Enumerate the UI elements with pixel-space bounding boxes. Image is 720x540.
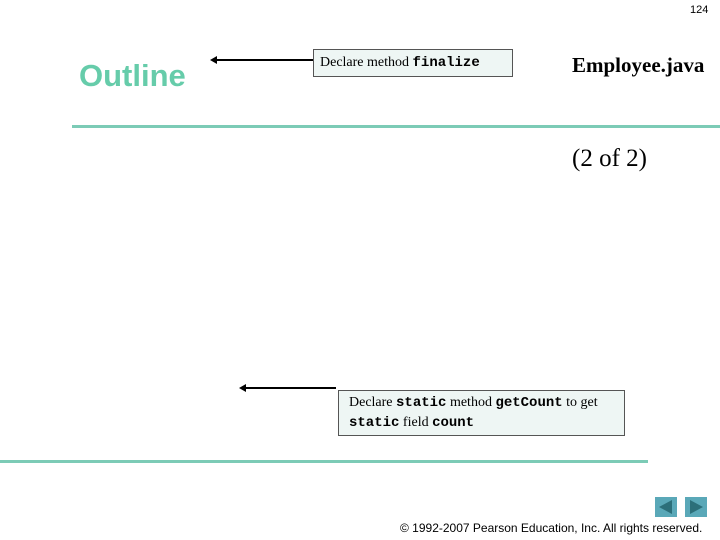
callout-text: Declare method [320,55,413,70]
callout-text: Declare [349,395,397,410]
previous-slide-button[interactable] [655,497,677,517]
next-slide-button[interactable] [685,497,707,517]
callout-text: field [399,415,433,430]
callout-text: method [446,395,496,410]
outline-heading: Outline [79,58,186,93]
arrow-left-icon [239,384,336,392]
callout-finalize: Declare method finalize [313,49,513,77]
triangle-right-icon [690,500,703,514]
part-indicator: (2 of 2) [572,145,647,172]
divider-top [72,125,720,128]
page-number: 124 [690,4,709,16]
code-getcount: getCount [495,395,563,411]
code-count: count [432,415,475,431]
copyright-notice: © 1992-2007 Pearson Education, Inc. All … [400,521,703,535]
arrow-left-icon [210,56,313,64]
file-title: Employee.java [572,53,705,77]
code-static: static [396,395,447,411]
code-finalize: finalize [412,55,480,71]
callout-text: to get [562,395,598,410]
divider-bottom [0,460,648,463]
triangle-left-icon [659,500,672,514]
code-static: static [349,415,400,431]
callout-getcount: Declare static method getCount to get st… [338,390,625,436]
